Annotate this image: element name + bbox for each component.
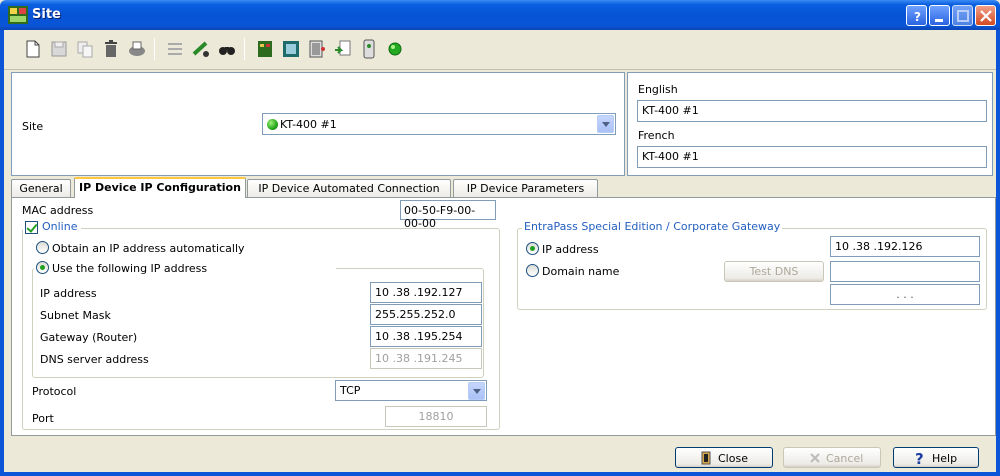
chevron-down-icon[interactable] [597, 115, 614, 133]
svg-text:?: ? [915, 450, 924, 466]
help-button[interactable]: ? Help [893, 447, 979, 468]
close-button-label: Close [718, 452, 748, 465]
gateway-ip-field[interactable]: 10 .38 .192.126 [830, 236, 980, 257]
help-button-label: Help [932, 452, 958, 465]
close-button[interactable]: Close [675, 447, 773, 468]
obtain-auto-label: Obtain an IP address automatically [52, 242, 245, 255]
help-window-button[interactable]: ? [906, 5, 927, 26]
site-label: Site [22, 120, 44, 133]
mac-address-field[interactable]: 00-50-F9-00-00-00 [400, 200, 496, 230]
english-label: English [638, 83, 678, 96]
french-label: French [638, 129, 675, 142]
ip-address-label: IP address [40, 287, 97, 300]
ip-address-field[interactable]: 10 .38 .192.127 [370, 282, 482, 303]
site-select[interactable]: KT-400 #1 [262, 113, 616, 135]
gateway-field[interactable]: 10 .38 .195.254 [370, 326, 482, 347]
domain-name-field[interactable] [830, 261, 980, 282]
tab-ip-device-automated-connection[interactable]: IP Device Automated Connection [247, 179, 451, 197]
protocol-select[interactable]: TCP [335, 380, 487, 401]
use-following-ip-radio[interactable] [36, 261, 49, 274]
protocol-label: Protocol [32, 385, 77, 398]
window-title: Site [32, 7, 61, 22]
language-panel: English KT-400 #1 French KT-400 #1 [627, 72, 993, 176]
tab-page-ip-configuration: MAC address 00-50-F9-00-00-00 Online Obt… [11, 197, 996, 436]
domain-name-radio[interactable] [526, 264, 539, 277]
dns-server-field: 10 .38 .191.245 [370, 348, 482, 369]
tab-ip-device-parameters[interactable]: IP Device Parameters [453, 179, 598, 197]
online-status-icon [267, 119, 278, 130]
device-icon[interactable] [280, 38, 302, 60]
question-icon: ? [914, 10, 921, 24]
site-select-value: KT-400 #1 [280, 118, 337, 131]
gateway-ip-label: IP address [542, 243, 599, 256]
find-icon[interactable] [216, 38, 238, 60]
french-name-input[interactable]: KT-400 #1 [637, 146, 987, 168]
cancel-button: Cancel [783, 447, 881, 468]
svg-text:?: ? [914, 10, 921, 24]
subnet-mask-field[interactable]: 255.255.252.0 [370, 304, 482, 325]
obtain-auto-radio[interactable] [36, 241, 49, 254]
close-icon [980, 10, 992, 22]
controller-icon[interactable] [254, 38, 276, 60]
exit-door-icon [701, 451, 711, 465]
corporate-gateway-title: EntraPass Special Edition / Corporate Ga… [522, 220, 783, 233]
door-icon[interactable] [306, 38, 328, 60]
site-app-icon [8, 6, 28, 24]
use-following-ip-label: Use the following IP address [52, 262, 208, 275]
gateway-label: Gateway (Router) [40, 331, 138, 344]
cancel-button-label: Cancel [826, 452, 864, 465]
dns-server-label: DNS server address [40, 353, 149, 366]
maximize-button [952, 5, 973, 26]
site-panel: Site KT-400 #1 [11, 72, 625, 176]
port-field: 18810 [385, 406, 487, 427]
minimize-button[interactable] [929, 5, 950, 26]
maximize-icon [957, 10, 969, 22]
help-icon: ? [915, 450, 924, 466]
minimize-icon [935, 19, 943, 22]
port-label: Port [32, 412, 54, 425]
import-icon[interactable] [332, 38, 354, 60]
subnet-mask-label: Subnet Mask [40, 309, 111, 322]
toolbar [4, 30, 996, 70]
title-bar: Site ? [0, 0, 1000, 30]
copy-icon[interactable] [74, 38, 96, 60]
resolved-ip-field: . . . [830, 284, 980, 305]
new-icon[interactable] [22, 38, 44, 60]
print-icon[interactable] [126, 38, 148, 60]
protocol-value: TCP [340, 384, 361, 397]
cancel-icon [810, 453, 820, 463]
domain-name-label: Domain name [542, 265, 620, 278]
tab-ip-device-ip-configuration[interactable]: IP Device IP Configuration [74, 177, 246, 198]
save-icon[interactable] [48, 38, 70, 60]
delete-icon[interactable] [100, 38, 122, 60]
mac-address-label: MAC address [22, 204, 94, 217]
bottom-bar: Close Cancel ? Help [4, 440, 996, 472]
online-label: Online [40, 220, 80, 233]
test-dns-button: Test DNS [724, 261, 824, 282]
chevron-down-icon[interactable] [468, 382, 485, 400]
english-name-input[interactable]: KT-400 #1 [637, 100, 987, 122]
status-icon[interactable] [384, 38, 406, 60]
reader-icon[interactable] [358, 38, 380, 60]
close-window-button[interactable] [975, 5, 996, 26]
tab-general[interactable]: General [11, 179, 71, 197]
online-checkbox[interactable] [25, 221, 38, 234]
link-icon[interactable] [190, 38, 212, 60]
gateway-ip-radio[interactable] [526, 242, 539, 255]
list-icon[interactable] [164, 38, 186, 60]
